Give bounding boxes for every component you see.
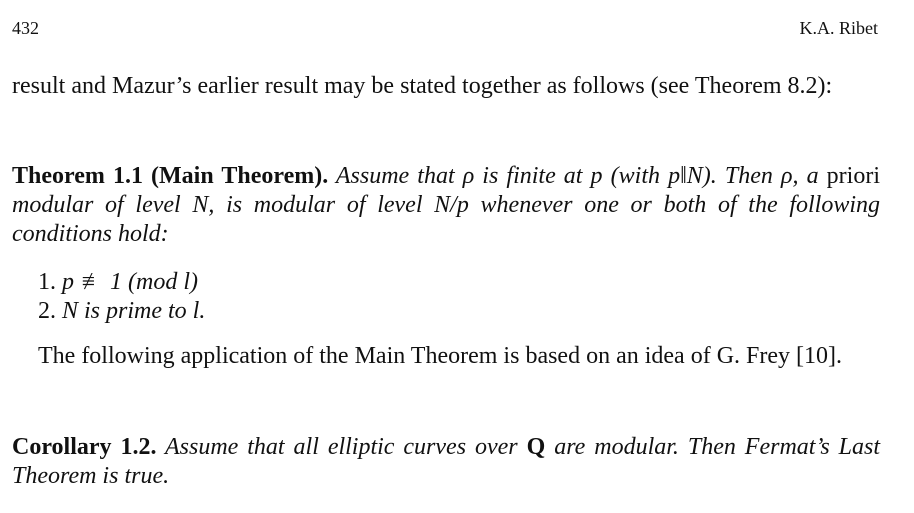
page-number: 432 bbox=[12, 18, 39, 38]
intro-paragraph: result and Mazur’s earlier result may be… bbox=[12, 73, 833, 99]
page-header: 432 K.A. Ribet bbox=[12, 18, 878, 42]
condition-item: 2. N is prime to l. bbox=[38, 297, 906, 326]
condition-item: 1. p ≢ 1 (mod l) bbox=[38, 268, 906, 297]
corollary-label: Corollary 1.2. bbox=[12, 434, 157, 460]
theorem-label: Theorem 1.1 (Main Theorem). bbox=[12, 163, 329, 189]
rationals-symbol: Q bbox=[526, 434, 546, 460]
theorem-statement-part2: modular of level N, is modular of level … bbox=[12, 192, 880, 247]
theorem-priori: priori bbox=[826, 163, 880, 189]
conditions-list: 1. p ≢ 1 (mod l) 2. N is prime to l. bbox=[12, 268, 906, 326]
application-paragraph: The following application of the Main Th… bbox=[38, 343, 843, 369]
condition-text: N is prime to l. bbox=[62, 298, 206, 324]
condition-number: 2. bbox=[38, 298, 56, 324]
theorem-statement-part1: Assume that ρ is finite at p (with p‖N).… bbox=[328, 163, 827, 189]
corollary-1-2: Corollary 1.2. Assume that all elliptic … bbox=[12, 433, 880, 491]
running-head-author: K.A. Ribet bbox=[799, 18, 879, 38]
theorem-1-1: Theorem 1.1 (Main Theorem). Assume that … bbox=[12, 162, 880, 249]
condition-text: p ≢ 1 (mod l) bbox=[62, 269, 198, 295]
condition-number: 1. bbox=[38, 269, 56, 295]
document-page: 432 K.A. Ribet result and Mazur’s earlie… bbox=[0, 0, 914, 513]
corollary-statement-part1: Assume that all elliptic curves over bbox=[156, 434, 527, 460]
